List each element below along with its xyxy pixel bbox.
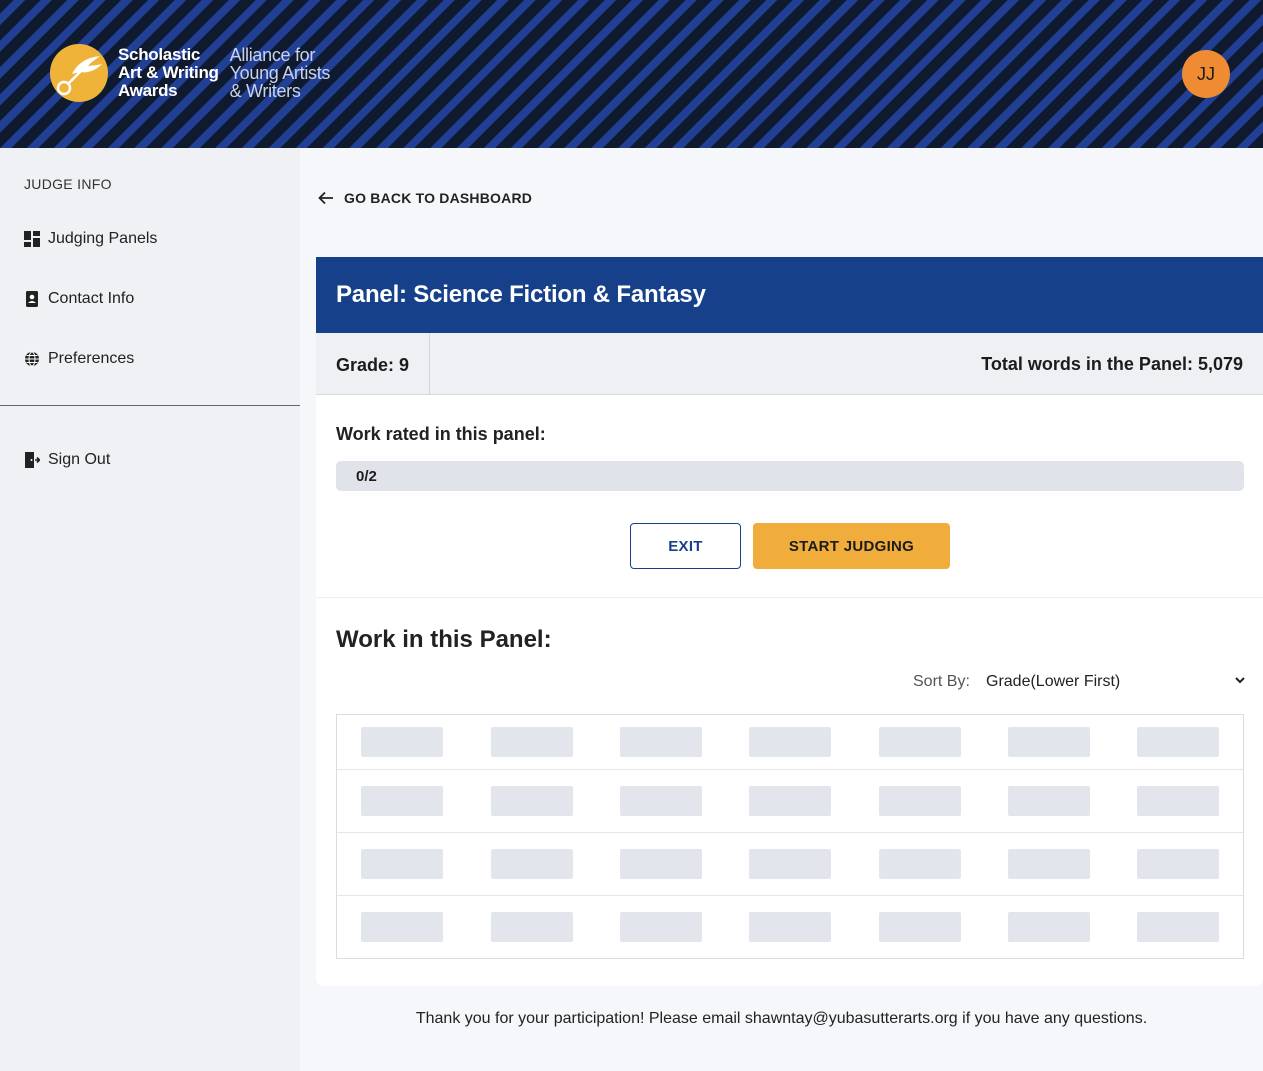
skeleton-cell	[620, 727, 702, 757]
rating-progress-bar: 0/2	[336, 461, 1244, 491]
skeleton-cell	[491, 912, 573, 942]
logo-alliance-text: Alliance for Young Artists & Writers	[229, 45, 331, 101]
sort-by-label: Sort By:	[913, 673, 970, 690]
skeleton-cell	[361, 912, 443, 942]
logo-emblem-icon	[50, 44, 108, 102]
skeleton-cell	[749, 912, 831, 942]
contact-card-icon	[24, 291, 40, 307]
footer-message: Thank you for your participation! Please…	[415, 1010, 1148, 1027]
sidebar-item-preferences[interactable]: Preferences	[24, 350, 134, 368]
exit-door-icon	[24, 452, 40, 468]
sign-out-button[interactable]: Sign Out	[24, 451, 110, 469]
sign-out-label: Sign Out	[48, 451, 111, 468]
sort-by-select[interactable]: Grade(Lower First)	[986, 669, 1246, 695]
skeleton-cell	[1137, 727, 1219, 757]
skeleton-cell	[361, 727, 443, 757]
table-row	[337, 833, 1243, 896]
main-content: GO BACK TO DASHBOARD Panel: Science Fict…	[300, 148, 1263, 1071]
arrow-left-icon	[318, 191, 334, 205]
sidebar-item-label: Judging Panels	[48, 230, 158, 247]
sort-selected-value: Grade(Lower First)	[986, 673, 1121, 690]
skeleton-cell	[491, 849, 573, 879]
sidebar: JUDGE INFO Judging Panels Contact Info P…	[0, 148, 300, 1071]
total-words-label: Total words in the Panel: 5,079	[981, 353, 1243, 374]
back-to-dashboard-link[interactable]: GO BACK TO DASHBOARD	[318, 190, 532, 206]
logo-title: Scholastic Art & Writing Awards	[118, 45, 219, 100]
panel-title: Panel: Science Fiction & Fantasy	[316, 257, 1263, 333]
chevron-down-icon	[1234, 673, 1246, 691]
dashboard-grid-icon	[24, 231, 40, 247]
globe-settings-icon	[24, 351, 40, 367]
skeleton-cell	[620, 912, 702, 942]
panel-card: Panel: Science Fiction & Fantasy Grade: …	[316, 257, 1263, 986]
skeleton-cell	[749, 786, 831, 816]
skeleton-cell	[879, 912, 961, 942]
work-rated-label: Work rated in this panel:	[336, 424, 546, 444]
skeleton-cell	[361, 849, 443, 879]
skeleton-cell	[879, 786, 961, 816]
skeleton-cell	[1137, 849, 1219, 879]
header-bar: Scholastic Art & Writing Awards Alliance…	[0, 0, 1263, 148]
skeleton-cell	[491, 727, 573, 757]
table-row	[337, 715, 1243, 770]
table-row	[337, 770, 1243, 833]
work-list-title: Work in this Panel:	[336, 626, 552, 653]
skeleton-cell	[361, 786, 443, 816]
sidebar-item-contact-info[interactable]: Contact Info	[24, 290, 134, 308]
scholastic-logo[interactable]: Scholastic Art & Writing Awards Alliance…	[50, 44, 330, 102]
sidebar-item-label: Contact Info	[48, 290, 135, 307]
progress-text: 0/2	[356, 467, 377, 485]
skeleton-cell	[1137, 912, 1219, 942]
sidebar-heading: JUDGE INFO	[24, 176, 112, 192]
skeleton-cell	[1008, 912, 1090, 942]
skeleton-cell	[1137, 786, 1219, 816]
skeleton-cell	[620, 849, 702, 879]
sidebar-divider	[0, 405, 300, 406]
skeleton-cell	[1008, 849, 1090, 879]
skeleton-cell	[879, 849, 961, 879]
work-table	[336, 714, 1244, 959]
user-avatar[interactable]: JJ	[1182, 50, 1230, 98]
grade-label: Grade: 9	[316, 332, 430, 395]
skeleton-cell	[1008, 727, 1090, 757]
sidebar-item-judging-panels[interactable]: Judging Panels	[24, 230, 157, 248]
skeleton-cell	[491, 786, 573, 816]
back-link-label: GO BACK TO DASHBOARD	[344, 190, 533, 206]
sidebar-item-label: Preferences	[48, 350, 135, 367]
skeleton-cell	[749, 727, 831, 757]
panel-info-row: Grade: 9 Total words in the Panel: 5,079	[316, 332, 1263, 395]
start-judging-button[interactable]: START JUDGING	[753, 523, 950, 569]
skeleton-cell	[620, 786, 702, 816]
section-divider	[316, 597, 1263, 598]
skeleton-cell	[879, 727, 961, 757]
exit-button[interactable]: EXIT	[630, 523, 741, 569]
skeleton-cell	[749, 849, 831, 879]
table-row	[337, 896, 1243, 958]
skeleton-cell	[1008, 786, 1090, 816]
